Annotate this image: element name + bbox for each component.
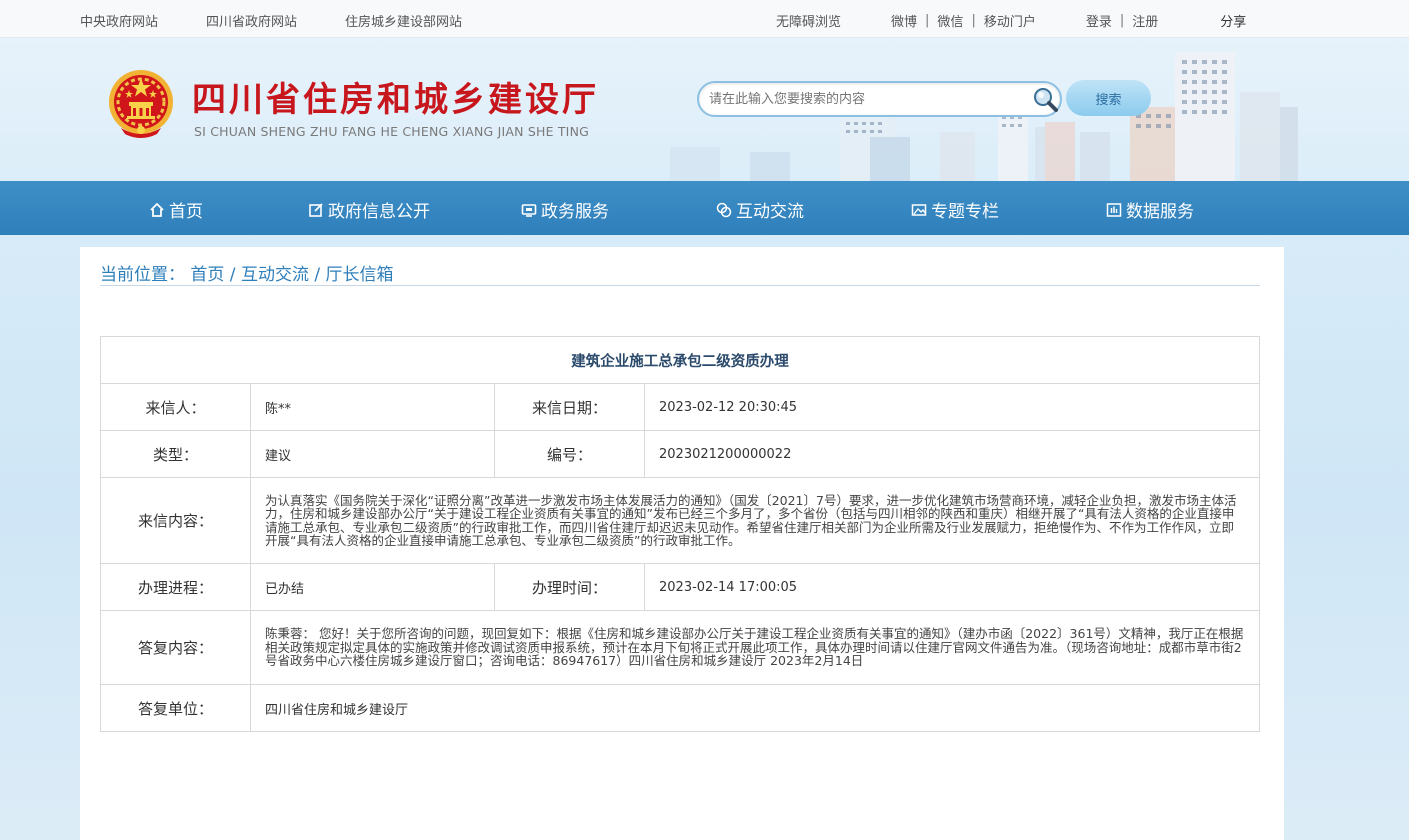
image-icon xyxy=(911,203,927,216)
breadcrumb: 当前位置： 首页 / 互动交流 / 厅长信箱 xyxy=(100,260,394,285)
type-label: 类型： xyxy=(100,430,251,478)
content-value: 为认真落实《国务院关于深化“证照分离”改革进一步激发市场主体发展活力的通知》（国… xyxy=(250,477,1260,564)
home-icon xyxy=(150,202,164,217)
top-links: 中央政府网站 四川省政府网站 住房城乡建设部网站 xyxy=(80,11,462,30)
breadcrumb-separator: / xyxy=(224,265,241,285)
mobile-portal-link[interactable]: 移动门户 xyxy=(984,11,1036,30)
date-value: 2023-02-12 20:30:45 xyxy=(644,383,1260,431)
site-title: 四川省住房和城乡建设厅 xyxy=(192,80,599,120)
type-value: 建议 xyxy=(250,430,495,478)
date-label: 来信日期： xyxy=(494,383,645,431)
site-subtitle: SI CHUAN SHENG ZHU FANG HE CHENG XIANG J… xyxy=(194,124,590,139)
link-mohurd[interactable]: 住房城乡建设部网站 xyxy=(345,11,462,30)
breadcrumb-home[interactable]: 首页 xyxy=(190,265,224,285)
nav-item-gov-info[interactable]: 政府信息公开 xyxy=(308,197,430,222)
table-row: 类型： 建议 编号： 2023021200000022 xyxy=(100,430,1260,478)
table-row: 答复内容： 陈秉蓉： 您好！关于您所咨询的问题，现回复如下：根据《住房和城乡建设… xyxy=(100,610,1260,685)
progress-label: 办理进程： xyxy=(100,563,251,611)
chat-icon xyxy=(716,202,732,217)
number-label: 编号： xyxy=(494,430,645,478)
nav-label: 数据服务 xyxy=(1126,202,1194,222)
data-icon xyxy=(1106,202,1122,217)
nav-label: 互动交流 xyxy=(736,202,804,222)
login-link[interactable]: 登录 xyxy=(1086,11,1112,30)
handle-time-value: 2023-02-14 17:00:05 xyxy=(644,563,1260,611)
national-emblem-icon xyxy=(109,70,173,138)
letter-detail-table: 建筑企业施工总承包二级资质办理 来信人： 陈** 来信日期： 2023-02-1… xyxy=(100,336,1260,732)
nav-item-data[interactable]: 数据服务 xyxy=(1106,197,1194,222)
nav-item-gov-service[interactable]: 政务服务 xyxy=(521,197,609,222)
search-input[interactable] xyxy=(709,89,1019,109)
nav-label: 政府信息公开 xyxy=(328,202,430,222)
weibo-link[interactable]: 微博 xyxy=(891,11,917,30)
nav-label: 专题专栏 xyxy=(931,202,999,222)
breadcrumb-mailbox[interactable]: 厅长信箱 xyxy=(326,265,394,285)
wechat-link[interactable]: 微信 xyxy=(937,11,963,30)
share-link[interactable]: 分享 xyxy=(1220,11,1246,30)
content-panel: 当前位置： 首页 / 互动交流 / 厅长信箱 建筑企业施工总承包二级资质办理 来… xyxy=(80,247,1284,840)
edit-icon xyxy=(309,202,323,217)
separator: | xyxy=(925,13,930,28)
reply-label: 答复内容： xyxy=(100,610,251,685)
main-nav: 首页 政府信息公开 政务服务 互动交流 专题专栏 数据服务 xyxy=(0,181,1409,235)
breadcrumb-prefix: 当前位置： xyxy=(100,265,185,285)
nav-item-home[interactable]: 首页 xyxy=(149,197,203,222)
table-row: 办理进程： 已办结 办理时间： 2023-02-14 17:00:05 xyxy=(100,563,1260,611)
nav-item-special[interactable]: 专题专栏 xyxy=(911,197,999,222)
search-button[interactable]: 搜索 xyxy=(1066,80,1151,116)
reply-unit-label: 答复单位： xyxy=(100,684,251,732)
reply-value: 陈秉蓉： 您好！关于您所咨询的问题，现回复如下：根据《住房和城乡建设部办公厅关于… xyxy=(250,610,1260,685)
register-link[interactable]: 注册 xyxy=(1132,11,1158,30)
sender-label: 来信人： xyxy=(100,383,251,431)
breadcrumb-interaction[interactable]: 互动交流 xyxy=(241,265,309,285)
letter-title: 建筑企业施工总承包二级资质办理 xyxy=(100,336,1260,384)
nav-label: 首页 xyxy=(169,202,203,222)
breadcrumb-divider xyxy=(100,285,1260,286)
top-right-links: 无障碍浏览 微博 | 微信 | 移动门户 登录 | 注册 分享 xyxy=(776,11,1246,30)
table-row: 来信人： 陈** 来信日期： 2023-02-12 20:30:45 xyxy=(100,383,1260,431)
progress-value: 已办结 xyxy=(250,563,495,611)
nav-item-interaction[interactable]: 互动交流 xyxy=(716,197,804,222)
table-row: 来信内容： 为认真落实《国务院关于深化“证照分离”改革进一步激发市场主体发展活力… xyxy=(100,477,1260,564)
number-value: 2023021200000022 xyxy=(644,430,1260,478)
nav-label: 政务服务 xyxy=(541,202,609,222)
reply-unit-value: 四川省住房和城乡建设厅 xyxy=(250,684,1260,732)
separator: | xyxy=(1119,13,1125,28)
separator: | xyxy=(971,13,976,28)
magnifier-icon[interactable] xyxy=(1032,86,1058,112)
top-bar: 中央政府网站 四川省政府网站 住房城乡建设部网站 无障碍浏览 微博 | 微信 |… xyxy=(0,0,1409,38)
link-central-gov[interactable]: 中央政府网站 xyxy=(80,11,158,30)
site-header: 四川省住房和城乡建设厅 SI CHUAN SHENG ZHU FANG HE C… xyxy=(0,38,1409,182)
accessibility-link[interactable]: 无障碍浏览 xyxy=(776,11,841,30)
monitor-icon xyxy=(521,203,537,217)
link-sichuan-gov[interactable]: 四川省政府网站 xyxy=(206,11,297,30)
search-box xyxy=(697,81,1062,117)
handle-time-label: 办理时间： xyxy=(494,563,645,611)
city-skyline-illustration xyxy=(670,52,1298,182)
table-row: 答复单位： 四川省住房和城乡建设厅 xyxy=(100,684,1260,732)
sender-value: 陈** xyxy=(250,383,495,431)
content-label: 来信内容： xyxy=(100,477,251,564)
breadcrumb-separator: / xyxy=(308,265,326,285)
